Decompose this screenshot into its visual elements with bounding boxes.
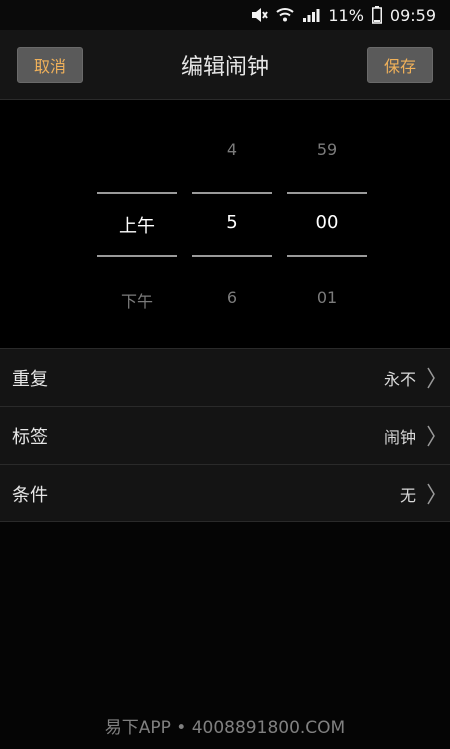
header-bar: 编辑闹钟 取消 保存 [0, 30, 450, 100]
ampm-next[interactable]: 下午 [97, 288, 177, 312]
alarm-edit-screen: 11% 09:59 编辑闹钟 取消 保存 上午 下午 4 5 6 59 00 0… [0, 0, 450, 749]
setting-label: 标签 [12, 427, 48, 448]
status-bar: 11% 09:59 [0, 0, 450, 30]
ampm-current[interactable]: 上午 [97, 212, 177, 238]
cancel-button[interactable]: 取消 [17, 47, 83, 83]
setting-label-row[interactable]: 标签 闹钟 [0, 406, 450, 464]
battery-icon [371, 6, 382, 24]
mute-icon [250, 7, 269, 23]
divider [192, 255, 272, 257]
setting-value: 无 [399, 486, 416, 505]
divider [192, 192, 272, 194]
setting-value: 闹钟 [383, 428, 416, 447]
minute-wheel[interactable]: 59 00 01 [287, 100, 367, 348]
settings-list: 重复 永不 标签 闹钟 条件 无 [0, 348, 450, 522]
save-button[interactable]: 保存 [367, 47, 433, 83]
chevron-right-icon [426, 407, 436, 465]
wifi-icon [276, 7, 294, 23]
setting-label: 重复 [12, 369, 48, 390]
chevron-right-icon [426, 465, 436, 523]
ampm-wheel[interactable]: 上午 下午 [97, 100, 177, 348]
minute-next[interactable]: 01 [287, 288, 367, 307]
divider [287, 192, 367, 194]
divider [97, 255, 177, 257]
minute-prev[interactable]: 59 [287, 140, 367, 159]
setting-repeat[interactable]: 重复 永不 [0, 348, 450, 406]
time-picker: 上午 下午 4 5 6 59 00 01 [0, 100, 450, 348]
setting-label: 条件 [12, 485, 48, 506]
battery-percent: 11% [328, 5, 364, 25]
chevron-right-icon [426, 349, 436, 407]
signal-icon [302, 7, 320, 23]
hour-prev[interactable]: 4 [192, 140, 272, 159]
hour-wheel[interactable]: 4 5 6 [192, 100, 272, 348]
hour-next[interactable]: 6 [192, 288, 272, 307]
divider [97, 192, 177, 194]
minute-current[interactable]: 00 [287, 212, 367, 233]
status-time: 09:59 [389, 5, 436, 25]
hour-current[interactable]: 5 [192, 212, 272, 233]
setting-condition[interactable]: 条件 无 [0, 464, 450, 522]
setting-value: 永不 [383, 370, 416, 389]
watermark: 易下APP • 4008891800.COM [104, 718, 346, 738]
divider [287, 255, 367, 257]
